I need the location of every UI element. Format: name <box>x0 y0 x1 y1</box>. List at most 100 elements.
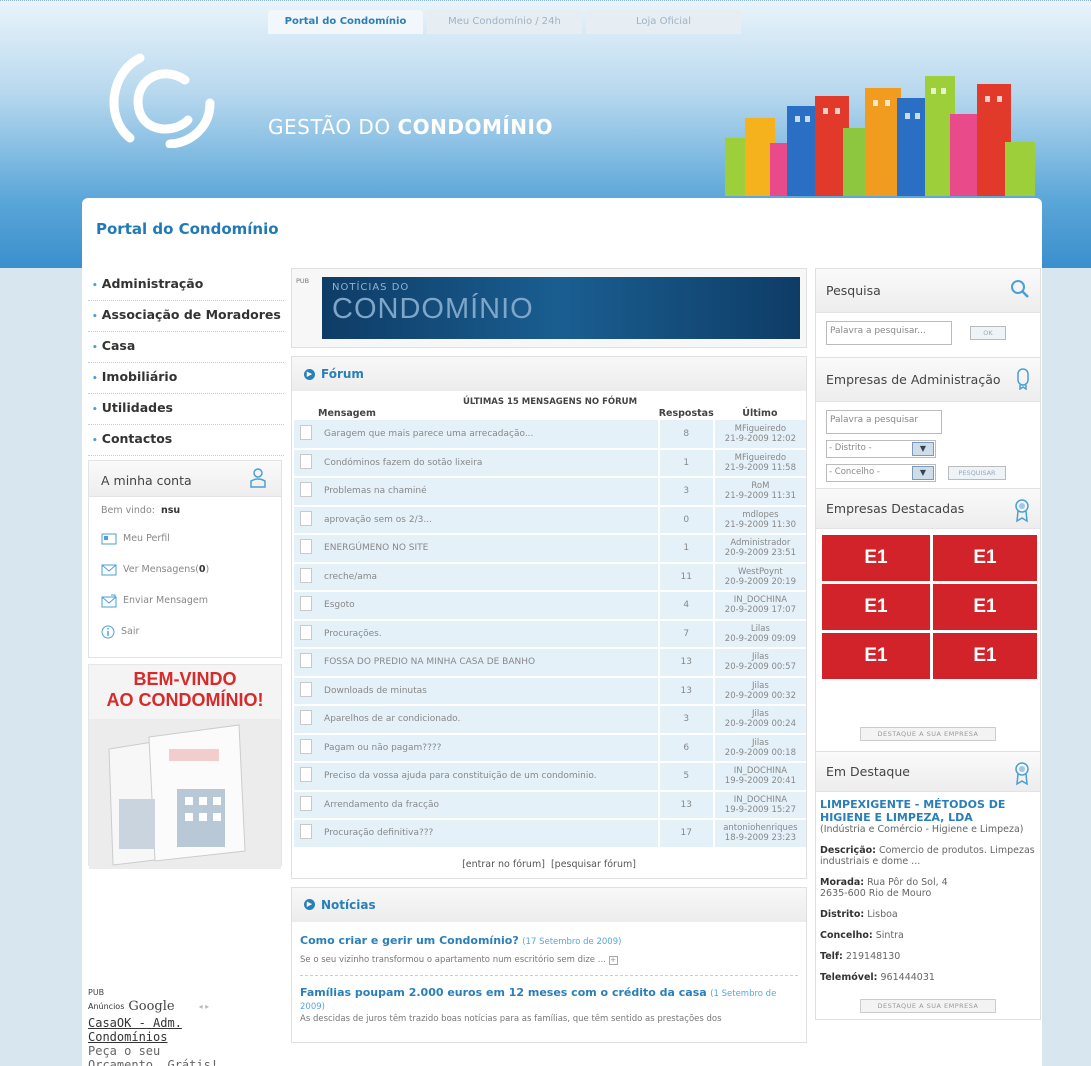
nav-item-casa[interactable]: • Casa <box>88 332 284 363</box>
highlight-company-name[interactable]: LIMPEXIGENTE - MÉTODOS DE HIGIENE E LIMP… <box>820 798 1036 824</box>
topic-title[interactable]: Procurações. <box>318 619 659 649</box>
ad-link[interactable]: CasaOK - Adm. Condomínios <box>88 1016 282 1044</box>
featured-company-tile[interactable]: E1 <box>933 584 1037 630</box>
topic-title[interactable]: Preciso da vossa ajuda para constituição… <box>318 762 659 792</box>
nav-item-contactos[interactable]: • Contactos <box>88 425 284 456</box>
topic-title[interactable]: Garagem que mais parece uma arrecadação.… <box>318 420 659 450</box>
forum-row[interactable]: Procuração definitiva??? 17 antoniohenriqu… <box>294 819 806 849</box>
last-post-user[interactable]: Jilas <box>752 652 769 662</box>
nav-item-imobiliario[interactable]: • Imobiliário <box>88 363 284 394</box>
forum-row[interactable]: Pagam ou não pagam???? 6 Jilas 20-9-2009 00… <box>294 733 806 763</box>
last-post-user[interactable]: Jilas <box>752 709 769 719</box>
last-post-user[interactable]: antoniohenriques <box>723 823 797 833</box>
topic-title[interactable]: aprovação sem os 2/3... <box>318 505 659 535</box>
welcome-promo[interactable]: BEM-VINDO AO CONDOMÍNIO! <box>88 664 282 869</box>
forum-row[interactable]: FOSSA DO PREDIO NA MINHA CASA DE BANHO 13… <box>294 648 806 678</box>
ad-pub-label: PUB <box>88 988 105 997</box>
forum-row[interactable]: Downloads de minutas 13 Jilas 20-9-2009 00:… <box>294 676 806 706</box>
forum-row[interactable]: aprovação sem os 2/3... 0 mdlopes 21-9-2009… <box>294 505 806 535</box>
tab-loja[interactable]: Loja Oficial <box>586 10 741 34</box>
tab-portal[interactable]: Portal do Condomínio <box>268 10 423 34</box>
featured-company-tile[interactable]: E1 <box>933 633 1037 679</box>
highlight-company: LIMPEXIGENTE - MÉTODOS DE HIGIENE E LIMP… <box>816 792 1040 989</box>
topic-replies: 3 <box>657 477 714 507</box>
topic-title[interactable]: Condóminos fazem do sotão lixeira <box>318 448 659 478</box>
topic-title[interactable]: Problemas na chaminé <box>318 477 659 507</box>
last-post-user[interactable]: Jilas <box>752 738 769 748</box>
topic-title[interactable]: Aparelhos de ar condicionado. <box>318 705 659 735</box>
featured-company-tile[interactable]: E1 <box>933 535 1037 581</box>
featured-company-tile[interactable]: E1 <box>822 584 930 630</box>
last-post-user[interactable]: MFigueiredo <box>735 453 786 463</box>
news-banner[interactable]: NOTÍCIAS DO CONDOMÍNIO <box>322 277 800 339</box>
last-post-user[interactable]: IN_DOCHINA <box>734 595 787 605</box>
nav-item-associacao[interactable]: • Associação de Moradores <box>88 301 284 332</box>
topic-replies: 13 <box>657 648 714 678</box>
search-forum-link[interactable]: [pesquisar fórum] <box>551 859 636 870</box>
topic-title[interactable]: Downloads de minutas <box>318 676 659 706</box>
messages-link[interactable]: Ver Mensagens(0) <box>89 554 281 585</box>
profile-link[interactable]: Meu Perfil <box>89 523 281 554</box>
highlight-phone: Telf: 219148130 <box>820 951 1036 962</box>
logout-link[interactable]: Sair <box>89 616 281 647</box>
highlight-button-row: DESTAQUE A SUA EMPRESA <box>816 989 1040 1019</box>
forum-row[interactable]: Arrendamento da fracção 13 IN_DOCHINA 19-9-… <box>294 790 806 820</box>
last-post-user[interactable]: RoM <box>751 481 769 491</box>
topic-title[interactable]: Esgoto <box>318 591 659 621</box>
topic-title[interactable]: Pagam ou não pagam???? <box>318 733 659 763</box>
forum-row[interactable]: Aparelhos de ar condicionado. 3 Jilas 20-9-… <box>294 705 806 735</box>
last-post-date: 21-9-2009 11:58 <box>724 462 796 473</box>
topic-title[interactable]: Arrendamento da fracção <box>318 790 659 820</box>
enter-forum-link[interactable]: [entrar no fórum] <box>462 859 545 870</box>
forum-row[interactable]: Garagem que mais parece uma arrecadação.… <box>294 420 806 450</box>
topic-icon <box>294 762 319 792</box>
search-ok-button[interactable]: OK <box>970 326 1006 340</box>
book-cover-illustration <box>89 719 281 869</box>
last-post-user[interactable]: Administrador <box>730 538 790 548</box>
envelope-icon <box>101 564 117 575</box>
featured-company-tile[interactable]: E1 <box>822 535 930 581</box>
companies-search-input[interactable]: Palavra a pesquisar <box>826 410 942 434</box>
send-message-link[interactable]: Enviar Mensagem <box>89 585 281 616</box>
topic-title[interactable]: Procuração definitiva??? <box>318 819 659 849</box>
district-value: Lisboa <box>867 909 898 920</box>
nav-item-utilidades[interactable]: • Utilidades <box>88 394 284 425</box>
ad-nav-icon[interactable]: ◂ ▸ <box>199 1002 210 1011</box>
last-post-user[interactable]: Lilas <box>751 624 770 634</box>
last-post-user[interactable]: Jilas <box>752 681 769 691</box>
forum-row[interactable]: Preciso da vossa ajuda para constituição… <box>294 762 806 792</box>
tab-meu-condominio[interactable]: Meu Condomínio / 24h <box>427 10 582 34</box>
forum-row[interactable]: creche/ama 11 WestPoynt 20-9-2009 20:19 <box>294 562 806 592</box>
last-post-user[interactable]: WestPoynt <box>738 567 783 577</box>
forum-row[interactable]: Esgoto 4 IN_DOCHINA 20-9-2009 17:07 <box>294 591 806 621</box>
news-item-title[interactable]: Famílias poupam 2.000 euros em 12 meses … <box>300 986 707 999</box>
topic-title[interactable]: creche/ama <box>318 562 659 592</box>
nav-item-administracao[interactable]: • Administração <box>88 270 284 301</box>
forum-row[interactable]: Problemas na chaminé 3 RoM 21-9-2009 11:31 <box>294 477 806 507</box>
companies-search-button[interactable]: PESQUISAR <box>948 466 1006 480</box>
search-input[interactable]: Palavra a pesquisar... <box>826 321 952 345</box>
topic-title[interactable]: FOSSA DO PREDIO NA MINHA CASA DE BANHO <box>318 648 659 678</box>
news-item-title[interactable]: Como criar e gerir um Condomínio? <box>300 934 519 947</box>
last-post-user[interactable]: IN_DOCHINA <box>734 795 787 805</box>
featured-company-tile[interactable]: E1 <box>822 633 930 679</box>
district-select[interactable]: - Distrito - ▼ <box>826 440 936 458</box>
last-post-user[interactable]: IN_DOCHINA <box>734 766 787 776</box>
forum-row[interactable]: Procurações. 7 Lilas 20-9-2009 09:09 <box>294 619 806 649</box>
topic-title[interactable]: ENERGÚMENO NO SITE <box>318 534 659 564</box>
county-select-value: - Concelho - <box>829 467 880 477</box>
feature-your-company-button[interactable]: DESTAQUE A SUA EMPRESA <box>860 727 996 741</box>
news-box: ▶ Notícias Como criar e gerir um Condomí… <box>291 886 807 1043</box>
expand-icon[interactable]: + <box>608 955 618 965</box>
county-select[interactable]: - Concelho - ▼ <box>826 464 936 482</box>
bullet-icon: • <box>92 343 98 353</box>
last-post-user[interactable]: mdlopes <box>742 510 778 520</box>
last-post-user[interactable]: MFigueiredo <box>735 424 786 434</box>
featured-header: Empresas Destacadas <box>816 489 1040 529</box>
topic-icon <box>294 477 319 507</box>
feature-your-company-button[interactable]: DESTAQUE A SUA EMPRESA <box>860 999 996 1013</box>
forum-row[interactable]: Condóminos fazem do sotão lixeira 1 MFigue… <box>294 448 806 478</box>
companies-title: Empresas de Administração <box>826 372 1001 387</box>
forum-row[interactable]: ENERGÚMENO NO SITE 1 Administrador 20-9-200… <box>294 534 806 564</box>
logo-icon[interactable] <box>100 48 240 148</box>
